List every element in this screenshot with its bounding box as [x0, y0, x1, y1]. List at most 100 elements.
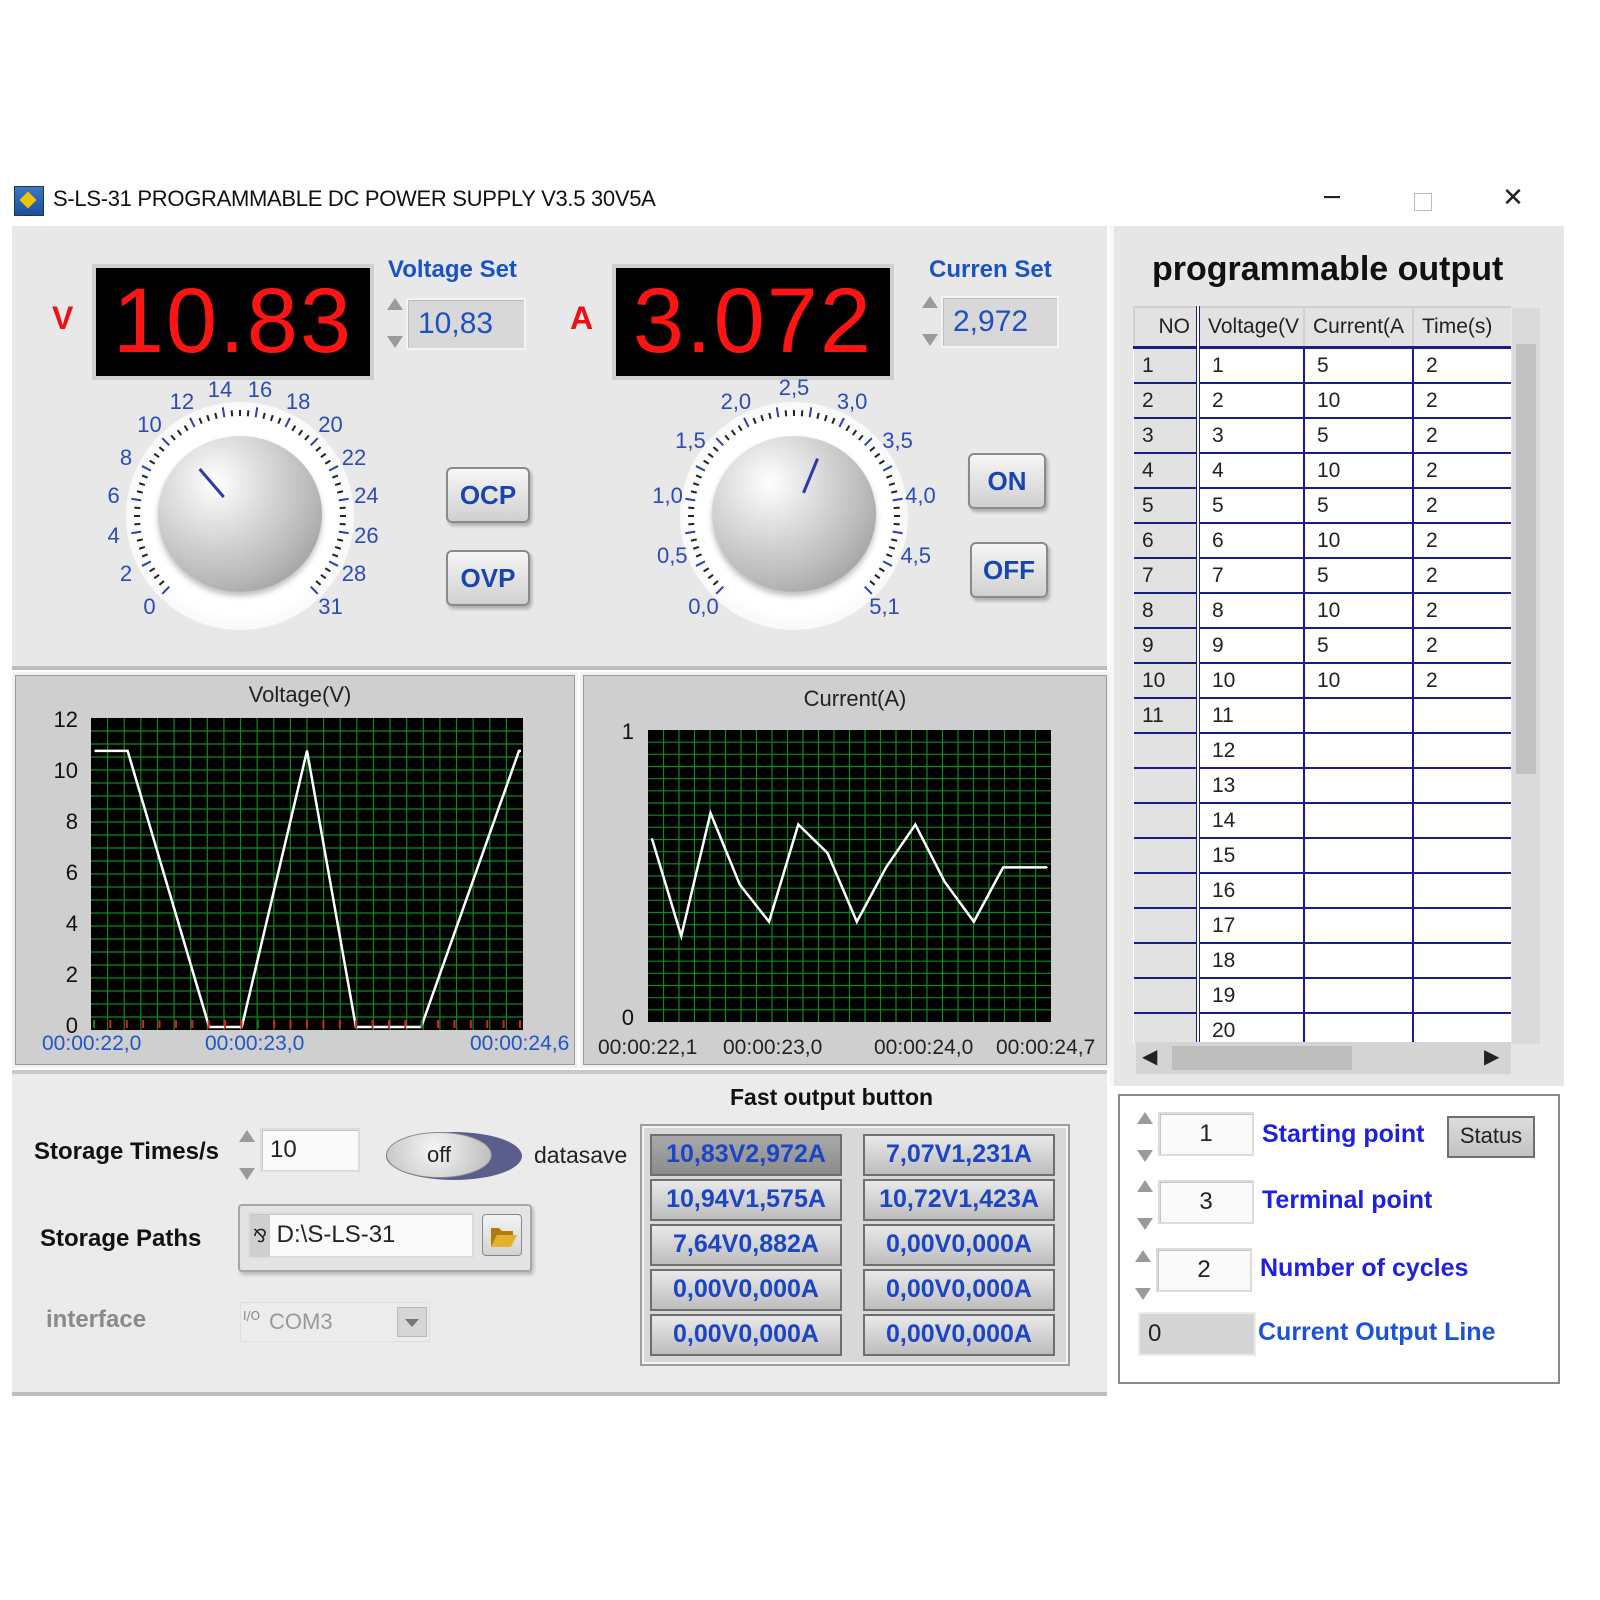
table-cell[interactable]: 20 [1197, 1012, 1305, 1044]
fast-output-button[interactable]: 7,64V0,882A [650, 1224, 842, 1266]
table-cell[interactable]: 2 [1412, 592, 1511, 629]
row-index-cell[interactable] [1134, 977, 1200, 1014]
row-index-cell[interactable] [1134, 872, 1200, 909]
increment-arrow-icon[interactable] [239, 1130, 255, 1142]
increment-arrow-icon[interactable] [1135, 1250, 1151, 1262]
table-cell[interactable]: 19 [1197, 977, 1305, 1014]
table-cell[interactable]: 9 [1197, 627, 1305, 664]
table-cell[interactable]: 7 [1197, 557, 1305, 594]
table-cell[interactable] [1303, 1012, 1414, 1044]
dropdown-arrow-button[interactable] [397, 1307, 427, 1337]
table-cell[interactable]: 2 [1412, 627, 1511, 664]
starting-point-stepper[interactable] [1134, 1106, 1156, 1168]
terminal-point-input[interactable]: 3 [1158, 1180, 1254, 1224]
table-cell[interactable]: 6 [1197, 522, 1305, 559]
scroll-left-arrow-icon[interactable]: ◀ [1142, 1044, 1157, 1068]
table-cell[interactable] [1303, 732, 1414, 769]
increment-arrow-icon[interactable] [1137, 1180, 1153, 1192]
close-button[interactable]: ✕ [1493, 183, 1533, 213]
fast-output-button[interactable]: 0,00V0,000A [863, 1314, 1055, 1356]
vertical-scroll-thumb[interactable] [1516, 344, 1536, 774]
fast-output-button[interactable]: 7,07V1,231A [863, 1134, 1055, 1176]
table-cell[interactable] [1303, 767, 1414, 804]
table-cell[interactable] [1412, 977, 1511, 1014]
table-cell[interactable] [1303, 942, 1414, 979]
current-set-input[interactable]: 2,972 [941, 296, 1059, 348]
fast-output-button[interactable]: 0,00V0,000A [863, 1269, 1055, 1311]
table-cell[interactable]: 2 [1412, 417, 1511, 454]
column-header[interactable]: Current(A [1303, 306, 1414, 349]
table-cell[interactable]: 10 [1303, 522, 1414, 559]
fast-output-button[interactable]: 0,00V0,000A [650, 1269, 842, 1311]
table-cell[interactable]: 2 [1412, 452, 1511, 489]
column-header[interactable]: Voltage(V [1197, 306, 1305, 349]
table-cell[interactable] [1303, 697, 1414, 734]
storage-path-input[interactable]: ⅋ D:\S-LS-31 [248, 1212, 474, 1258]
table-cell[interactable]: 4 [1197, 452, 1305, 489]
table-cell[interactable] [1412, 1012, 1511, 1044]
row-index-cell[interactable]: 8 [1134, 592, 1200, 629]
increment-arrow-icon[interactable] [922, 296, 938, 308]
table-cell[interactable] [1412, 907, 1511, 944]
decrement-arrow-icon[interactable] [239, 1168, 255, 1180]
output-on-button[interactable]: ON [968, 453, 1046, 509]
table-cell[interactable]: 10 [1303, 592, 1414, 629]
row-index-cell[interactable] [1134, 1012, 1200, 1044]
table-cell[interactable] [1303, 802, 1414, 839]
table-cell[interactable]: 2 [1412, 487, 1511, 524]
row-index-cell[interactable]: 1 [1134, 346, 1200, 384]
scroll-right-arrow-icon[interactable]: ▶ [1484, 1044, 1499, 1068]
table-cell[interactable]: 2 [1412, 346, 1511, 384]
table-cell[interactable]: 16 [1197, 872, 1305, 909]
storage-times-stepper[interactable] [236, 1124, 258, 1186]
table-cell[interactable]: 2 [1412, 382, 1511, 419]
row-index-cell[interactable]: 7 [1134, 557, 1200, 594]
column-header[interactable]: NO [1133, 306, 1200, 349]
row-index-cell[interactable] [1134, 907, 1200, 944]
table-cell[interactable]: 5 [1303, 487, 1414, 524]
table-cell[interactable]: 11 [1197, 697, 1305, 734]
table-cell[interactable] [1412, 942, 1511, 979]
decrement-arrow-icon[interactable] [922, 334, 938, 346]
increment-arrow-icon[interactable] [387, 298, 403, 310]
table-cell[interactable]: 10 [1303, 382, 1414, 419]
table-cell[interactable]: 2 [1197, 382, 1305, 419]
fast-output-button[interactable]: 10,83V2,972A [650, 1134, 842, 1176]
row-index-cell[interactable] [1134, 767, 1200, 804]
table-cell[interactable]: 10 [1303, 662, 1414, 699]
cycles-stepper[interactable] [1132, 1244, 1154, 1306]
minimize-button[interactable]: ─ [1312, 183, 1352, 213]
row-index-cell[interactable] [1134, 802, 1200, 839]
fast-output-button[interactable]: 0,00V0,000A [650, 1314, 842, 1356]
decrement-arrow-icon[interactable] [1137, 1150, 1153, 1162]
status-button[interactable]: Status [1447, 1116, 1535, 1158]
horizontal-scroll-thumb[interactable] [1172, 1046, 1352, 1070]
table-cell[interactable]: 17 [1197, 907, 1305, 944]
maximize-button[interactable] [1414, 193, 1432, 211]
table-cell[interactable] [1303, 907, 1414, 944]
row-index-cell[interactable]: 3 [1134, 417, 1200, 454]
table-horizontal-scrollbar[interactable]: ◀ ▶ [1136, 1042, 1511, 1074]
table-cell[interactable] [1303, 977, 1414, 1014]
terminal-point-stepper[interactable] [1134, 1174, 1156, 1236]
table-cell[interactable]: 14 [1197, 802, 1305, 839]
table-cell[interactable]: 5 [1303, 346, 1414, 384]
fast-output-button[interactable]: 0,00V0,000A [863, 1224, 1055, 1266]
table-cell[interactable] [1412, 802, 1511, 839]
current-set-stepper[interactable] [919, 290, 941, 352]
table-cell[interactable]: 2 [1412, 662, 1511, 699]
row-index-cell[interactable]: 5 [1134, 487, 1200, 524]
table-cell[interactable] [1303, 837, 1414, 874]
table-cell[interactable] [1412, 732, 1511, 769]
decrement-arrow-icon[interactable] [1137, 1218, 1153, 1230]
decrement-arrow-icon[interactable] [387, 336, 403, 348]
row-index-cell[interactable]: 11 [1134, 697, 1200, 734]
current-knob[interactable]: 0,0 0,5 1,0 1,5 2,0 2,5 3,0 3,5 4,0 4,5 5,1 [652, 375, 936, 646]
table-cell[interactable] [1412, 767, 1511, 804]
cycles-input[interactable]: 2 [1156, 1248, 1252, 1292]
table-cell[interactable]: 15 [1197, 837, 1305, 874]
table-cell[interactable]: 10 [1197, 662, 1305, 699]
ocp-button[interactable]: OCP [446, 467, 530, 523]
table-cell[interactable] [1412, 837, 1511, 874]
table-cell[interactable]: 1 [1197, 346, 1305, 384]
